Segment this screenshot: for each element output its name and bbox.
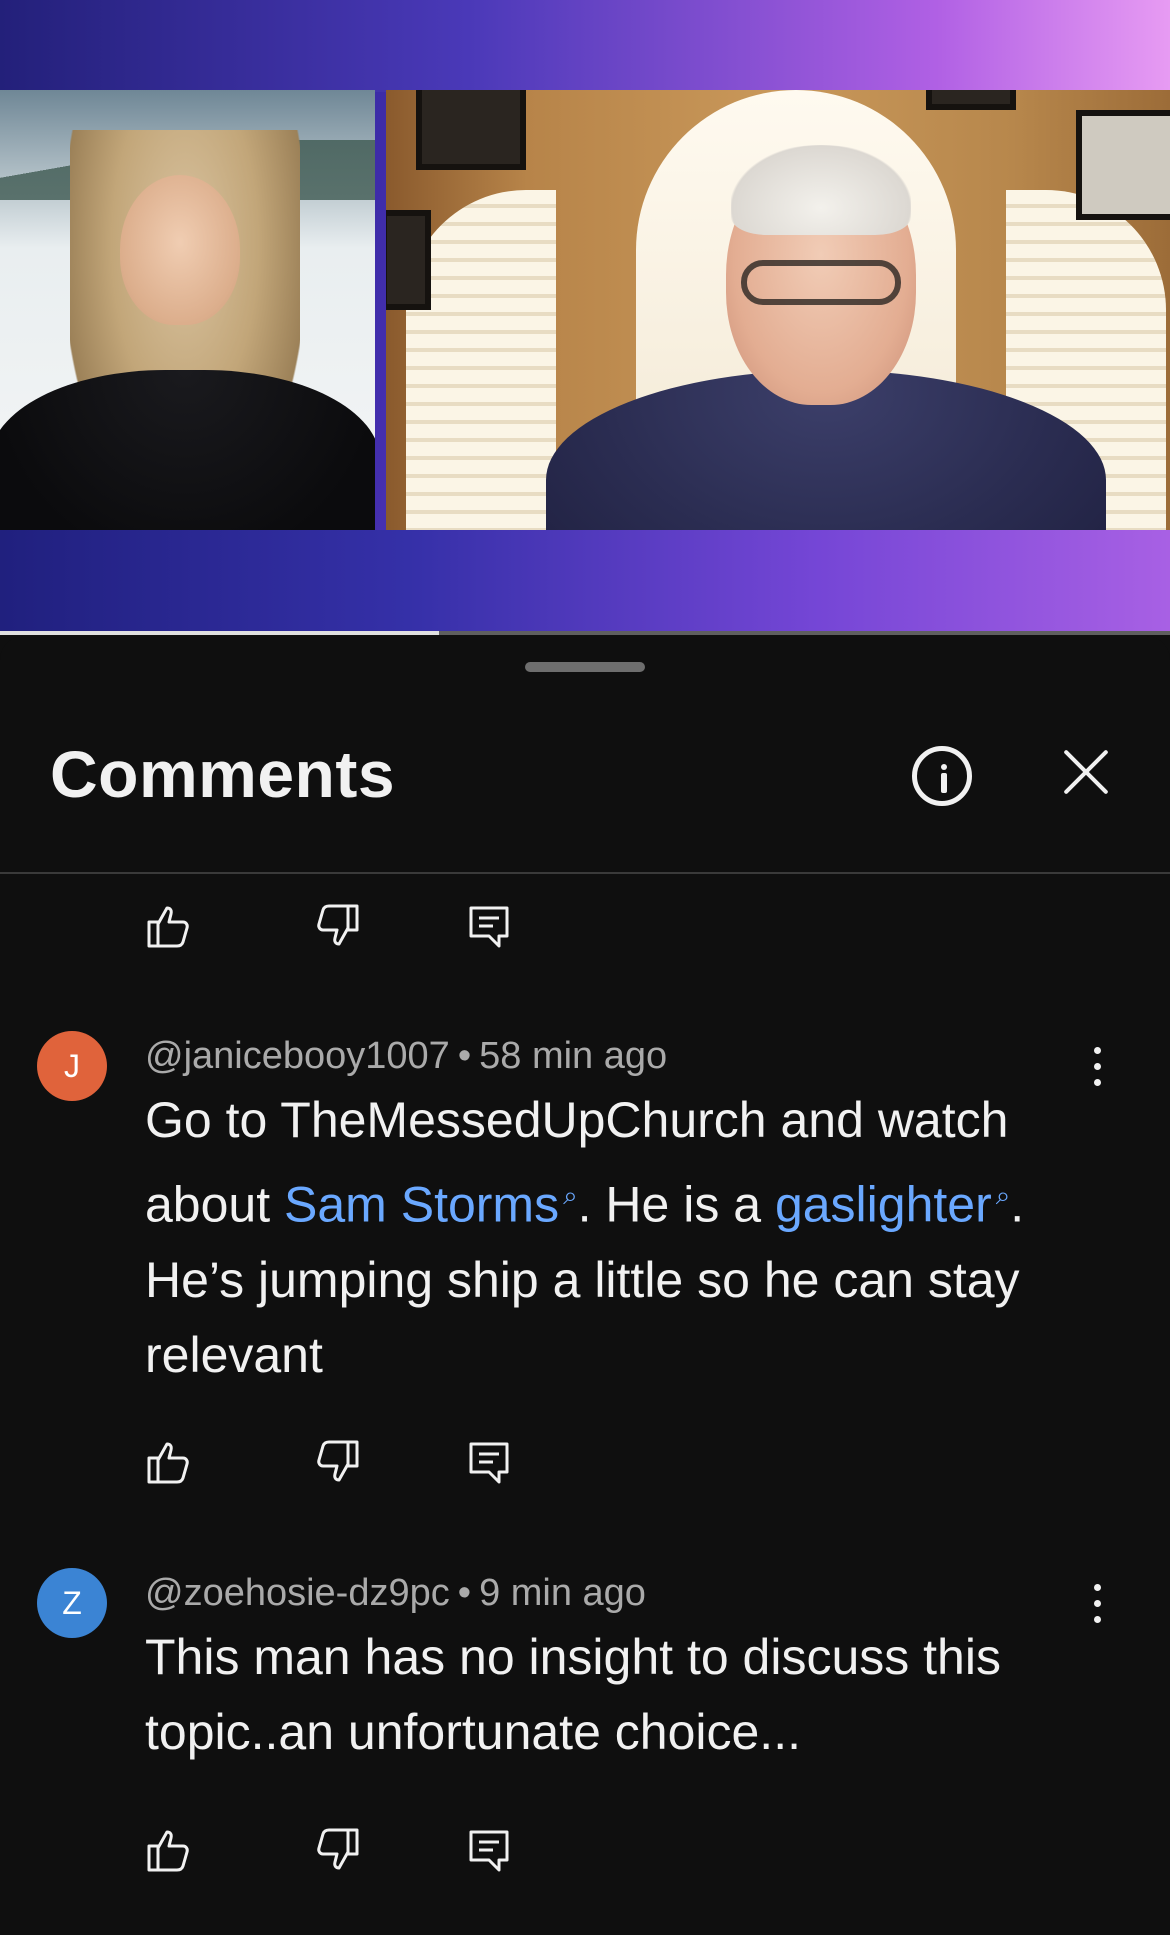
comment-author[interactable]: @janicebooy1007 bbox=[145, 1035, 450, 1077]
drag-handle[interactable] bbox=[525, 662, 645, 672]
avatar[interactable]: J bbox=[37, 1031, 107, 1101]
comment-time: 9 min ago bbox=[479, 1572, 646, 1614]
info-icon-bar bbox=[941, 773, 947, 793]
video-background-top bbox=[0, 0, 1170, 92]
thumb-up-icon[interactable] bbox=[145, 1826, 193, 1874]
wall-portrait bbox=[1076, 110, 1170, 220]
guest-glasses bbox=[741, 260, 901, 305]
wall-portrait bbox=[416, 90, 526, 170]
search-icon[interactable]: ⌕ bbox=[996, 1180, 1011, 1210]
host-jacket bbox=[0, 370, 375, 530]
comment-link[interactable]: Sam Storms bbox=[284, 1177, 559, 1233]
wall-portrait bbox=[926, 90, 1016, 110]
info-icon[interactable] bbox=[912, 746, 972, 806]
comment-text: Go to TheMessedUpChurch and watch about … bbox=[145, 1083, 1105, 1393]
video-progress-bar[interactable] bbox=[0, 631, 1170, 635]
meta-separator: • bbox=[457, 1572, 472, 1614]
video-feed-host bbox=[0, 90, 375, 530]
header-divider bbox=[0, 872, 1170, 874]
thumb-down-icon[interactable] bbox=[313, 1826, 361, 1874]
video-feed-guest bbox=[386, 90, 1170, 530]
reply-icon[interactable] bbox=[465, 902, 513, 950]
video-progress-fill bbox=[0, 631, 439, 635]
comment-time: 58 min ago bbox=[479, 1035, 668, 1077]
host-face bbox=[120, 175, 240, 325]
wall-portrait bbox=[386, 210, 431, 310]
comment-actions bbox=[145, 902, 545, 950]
meta-separator: • bbox=[457, 1035, 472, 1077]
thumb-down-icon[interactable] bbox=[313, 902, 361, 950]
thumb-up-icon[interactable] bbox=[145, 902, 193, 950]
thumb-down-icon[interactable] bbox=[313, 1438, 361, 1486]
info-icon-dot bbox=[941, 764, 947, 770]
reply-icon[interactable] bbox=[465, 1438, 513, 1486]
avatar[interactable]: Z bbox=[37, 1568, 107, 1638]
comment-author[interactable]: @zoehosie-dz9pc bbox=[145, 1572, 450, 1614]
comment-text-part: . He is a bbox=[577, 1176, 775, 1233]
comments-title: Comments bbox=[50, 737, 396, 811]
comments-panel: Comments J @janicebooy1007 • 58 min ago … bbox=[0, 636, 1170, 1935]
comment-actions bbox=[145, 1826, 545, 1874]
video-background-bottom bbox=[0, 530, 1170, 633]
video-player[interactable] bbox=[0, 0, 1170, 633]
comment-link[interactable]: gaslighter bbox=[775, 1177, 992, 1233]
search-icon[interactable]: ⌕ bbox=[563, 1180, 578, 1210]
thumb-up-icon[interactable] bbox=[145, 1438, 193, 1486]
comment-meta: @janicebooy1007 • 58 min ago bbox=[145, 1035, 667, 1078]
comment-meta: @zoehosie-dz9pc • 9 min ago bbox=[145, 1572, 646, 1615]
comment-actions bbox=[145, 1438, 545, 1486]
close-icon[interactable] bbox=[1062, 748, 1110, 796]
comment-text: This man has no insight to discuss this … bbox=[145, 1629, 1001, 1760]
reply-icon[interactable] bbox=[465, 1826, 513, 1874]
